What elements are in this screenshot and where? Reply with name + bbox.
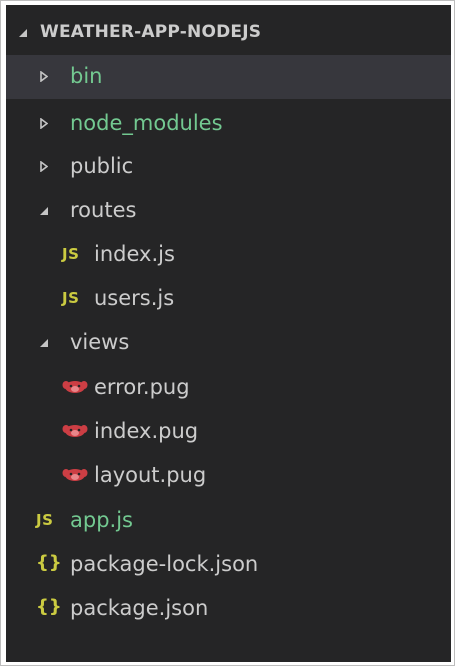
tree-item-label: package.json xyxy=(70,596,209,620)
tree-item-index-pug[interactable]: index.pug xyxy=(6,410,451,454)
js-file-icon: JS xyxy=(62,245,80,263)
tree-item-views[interactable]: views xyxy=(6,321,451,365)
tree-item-label: index.pug xyxy=(94,419,199,443)
chevron-right-icon xyxy=(40,71,48,82)
json-file-icon: {} xyxy=(36,596,62,617)
pug-file-icon xyxy=(62,381,88,393)
tree-item-index-js[interactable]: JS index.js xyxy=(6,233,451,277)
tree-item-label: views xyxy=(70,330,130,354)
tree-item-package-lock-json[interactable]: {} package-lock.json xyxy=(6,543,451,587)
chevron-right-icon xyxy=(40,161,48,172)
tree-item-label: node_modules xyxy=(70,111,223,135)
tree-item-package-json[interactable]: {} package.json xyxy=(6,587,451,631)
js-file-icon: JS xyxy=(62,289,80,307)
tree-item-routes[interactable]: routes xyxy=(6,189,451,233)
project-title: WEATHER-APP-NODEJS xyxy=(40,22,262,42)
tree-item-label: index.js xyxy=(94,242,175,266)
tree-item-label: bin xyxy=(70,64,103,88)
tree-item-label: users.js xyxy=(94,286,175,310)
screenshot-frame: WEATHER-APP-NODEJS bin node_modules publ… xyxy=(0,0,455,666)
tree-item-label: package-lock.json xyxy=(70,552,259,576)
tree-item-label: layout.pug xyxy=(94,463,207,487)
chevron-down-icon xyxy=(40,207,48,215)
pug-file-icon xyxy=(62,425,88,437)
tree-item-users-js[interactable]: JS users.js xyxy=(6,277,451,321)
tree-item-layout-pug[interactable]: layout.pug xyxy=(6,454,451,498)
tree-item-label: routes xyxy=(70,198,137,222)
project-header[interactable]: WEATHER-APP-NODEJS xyxy=(6,13,451,53)
tree-item-error-pug[interactable]: error.pug xyxy=(6,366,451,410)
tree-item-bin[interactable]: bin xyxy=(6,55,451,99)
tree-item-label: app.js xyxy=(70,508,133,532)
tree-item-label: public xyxy=(70,154,134,178)
pug-file-icon xyxy=(62,469,88,481)
file-explorer: WEATHER-APP-NODEJS bin node_modules publ… xyxy=(6,5,451,662)
tree-item-public[interactable]: public xyxy=(6,145,451,189)
tree-item-node-modules[interactable]: node_modules xyxy=(6,102,451,146)
js-file-icon: JS xyxy=(36,511,54,529)
chevron-right-icon xyxy=(40,118,48,129)
chevron-down-icon xyxy=(19,29,27,37)
tree-item-app-js[interactable]: JS app.js xyxy=(6,499,451,543)
json-file-icon: {} xyxy=(36,552,62,573)
chevron-down-icon xyxy=(40,339,48,347)
tree-item-label: error.pug xyxy=(94,375,190,399)
